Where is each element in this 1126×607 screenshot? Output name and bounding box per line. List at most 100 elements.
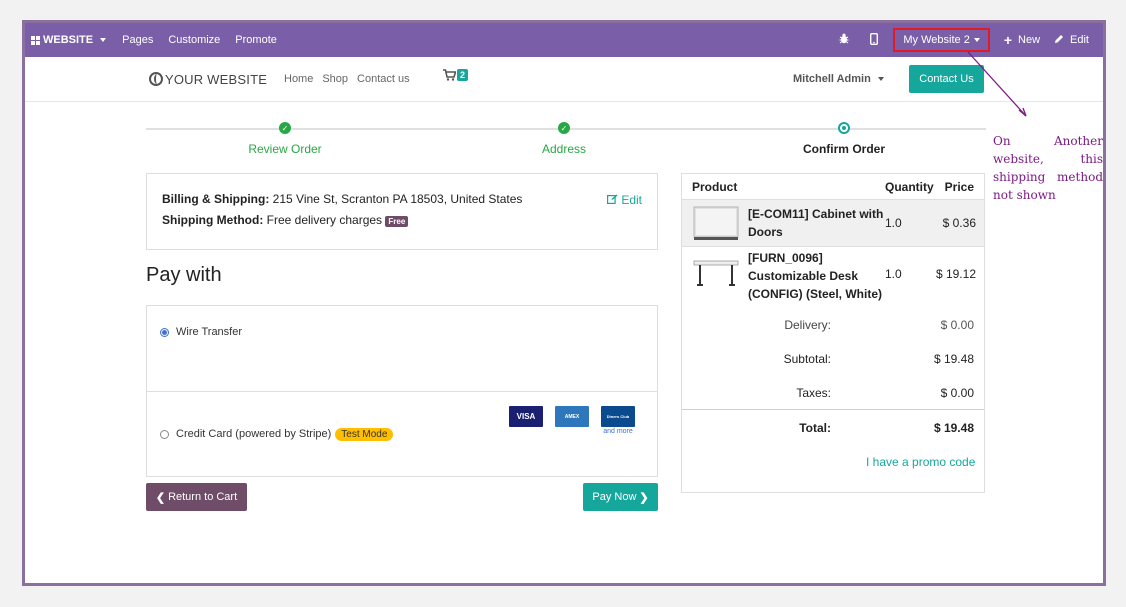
chevron-down-icon bbox=[973, 38, 980, 42]
debug-bug-icon[interactable] bbox=[833, 33, 855, 47]
chevron-down-icon bbox=[100, 38, 107, 42]
subtotal-value: $ 19.48 bbox=[933, 352, 974, 366]
step-confirm-order: Confirm Order bbox=[794, 122, 894, 156]
chevron-down-icon bbox=[877, 77, 884, 82]
total-value: $ 19.48 bbox=[933, 421, 974, 435]
summary-header: Product Quantity Price bbox=[682, 174, 984, 200]
total-label: Total: bbox=[799, 421, 831, 435]
plus-icon: + bbox=[1003, 32, 1013, 48]
payment-option-label: Wire Transfer bbox=[176, 326, 243, 338]
pay-with-title: Pay with bbox=[146, 264, 222, 286]
edit-address-link[interactable]: Edit bbox=[606, 190, 642, 211]
chevron-left-icon: ❮ bbox=[155, 491, 166, 504]
taxes-value: $ 0.00 bbox=[940, 386, 974, 400]
and-more-label: and more bbox=[603, 428, 633, 435]
payment-option-wire[interactable]: Wire Transfer bbox=[147, 306, 657, 392]
edit-label: Edit bbox=[621, 193, 642, 207]
step-address: ✓ Address bbox=[519, 122, 609, 156]
test-mode-badge: Test Mode bbox=[335, 427, 394, 441]
menu-customize[interactable]: Customize bbox=[168, 34, 220, 46]
pay-now-button[interactable]: Pay Now ❯ bbox=[583, 483, 658, 511]
step-label: Address bbox=[541, 142, 587, 156]
col-price: Price bbox=[944, 180, 974, 194]
cabinet-image bbox=[692, 204, 740, 242]
radio-unselected[interactable] bbox=[160, 429, 169, 439]
shopping-cart-icon bbox=[443, 69, 457, 84]
return-to-cart-label: Return to Cart bbox=[168, 491, 238, 503]
website-app-label: WEBSITE bbox=[43, 34, 94, 46]
edit-label: Edit bbox=[1070, 34, 1089, 46]
site-navbar: YOUR WEBSITE Home Shop Contact us 2 Mitc… bbox=[25, 57, 1103, 102]
menu-promote[interactable]: Promote bbox=[235, 34, 277, 46]
step-label: Review Order bbox=[248, 142, 322, 156]
billing-line: Billing & Shipping: 215 Vine St, Scranto… bbox=[162, 189, 642, 210]
shipping-line: Shipping Method: Free delivery charges F… bbox=[162, 210, 642, 232]
card-logos: VISA AMEX Diners Club and more bbox=[509, 406, 635, 435]
site-logo-text: YOUR WEBSITE bbox=[165, 71, 268, 87]
billing-address: 215 Vine St, Scranton PA 18503, United S… bbox=[272, 192, 523, 206]
product-price: $ 19.12 bbox=[935, 267, 976, 281]
payment-option-label: Credit Card (powered by Stripe) bbox=[176, 428, 332, 440]
check-circle-icon: ✓ bbox=[279, 122, 291, 134]
payment-methods-card: Wire Transfer Credit Card (powered by St… bbox=[146, 305, 658, 477]
summary-item: [FURN_0096] Customizable Desk (CONFIG) (… bbox=[682, 247, 984, 305]
col-product: Product bbox=[692, 180, 738, 194]
return-to-cart-button[interactable]: ❮ Return to Cart bbox=[146, 483, 247, 511]
summary-item: [E-COM11] Cabinet with Doors 1.0 $ 0.36 bbox=[682, 200, 984, 247]
promo-code-link[interactable]: I have a promo code bbox=[866, 455, 975, 469]
current-step-icon bbox=[838, 122, 850, 134]
billing-shipping-card: Billing & Shipping: 215 Vine St, Scranto… bbox=[146, 173, 658, 250]
apps-grid-icon bbox=[31, 35, 40, 45]
pay-now-label: Pay Now bbox=[592, 491, 637, 503]
shipping-label: Shipping Method: bbox=[162, 213, 264, 227]
step-label: Confirm Order bbox=[802, 142, 885, 156]
delivery-label: Delivery: bbox=[784, 318, 831, 332]
annotation-arrow bbox=[967, 51, 1027, 117]
col-quantity: Quantity bbox=[885, 180, 934, 194]
diners-logo: Diners Club bbox=[601, 406, 635, 427]
edit-page-button[interactable]: Edit bbox=[1054, 34, 1089, 47]
product-qty: 1.0 bbox=[885, 267, 902, 281]
billing-label: Billing & Shipping: bbox=[162, 192, 270, 206]
cart-link[interactable]: 2 bbox=[443, 69, 469, 84]
annotation-note: On Another website, this shipping method… bbox=[993, 134, 1103, 202]
nav-shop[interactable]: Shop bbox=[322, 73, 348, 85]
radio-selected[interactable] bbox=[160, 328, 169, 337]
globe-icon bbox=[149, 72, 163, 86]
amex-logo: AMEX bbox=[555, 406, 589, 427]
order-summary: Product Quantity Price [E-COM11] Cabinet… bbox=[681, 173, 985, 493]
nav-home[interactable]: Home bbox=[284, 73, 313, 85]
diners-logo-group: Diners Club and more bbox=[601, 406, 635, 435]
step-review-order: ✓ Review Order bbox=[240, 122, 330, 156]
visa-logo: VISA bbox=[509, 406, 543, 427]
chevron-right-icon: ❯ bbox=[639, 491, 649, 504]
user-menu[interactable]: Mitchell Admin bbox=[793, 73, 884, 85]
main-nav: Home Shop Contact us bbox=[284, 73, 410, 85]
free-badge: Free bbox=[385, 216, 409, 227]
product-name: [FURN_0096] Customizable Desk (CONFIG) (… bbox=[748, 251, 882, 301]
desk-image bbox=[692, 255, 740, 293]
taxes-label: Taxes: bbox=[796, 386, 831, 400]
website-admin-bar: WEBSITE Pages Customize Promote My Websi… bbox=[25, 23, 1103, 57]
product-qty: 1.0 bbox=[885, 216, 902, 230]
nav-contact-us[interactable]: Contact us bbox=[357, 73, 410, 85]
shipping-method: Free delivery charges bbox=[266, 213, 383, 227]
website-app-menu[interactable]: WEBSITE bbox=[31, 34, 107, 46]
website-switcher[interactable]: My Website 2 bbox=[893, 28, 990, 52]
site-logo[interactable]: YOUR WEBSITE bbox=[149, 72, 267, 87]
user-name: Mitchell Admin bbox=[793, 73, 871, 85]
website-switcher-label: My Website 2 bbox=[903, 34, 970, 46]
delivery-value: $ 0.00 bbox=[940, 318, 974, 332]
product-name: [E-COM11] Cabinet with Doors bbox=[748, 207, 884, 239]
check-circle-icon: ✓ bbox=[558, 122, 570, 134]
edit-icon bbox=[606, 193, 621, 207]
product-price: $ 0.36 bbox=[942, 216, 976, 230]
menu-pages[interactable]: Pages bbox=[122, 34, 153, 46]
subtotal-label: Subtotal: bbox=[783, 352, 831, 366]
mobile-preview-icon[interactable] bbox=[863, 32, 885, 48]
new-content-button[interactable]: + New bbox=[1004, 32, 1040, 48]
cart-count-badge: 2 bbox=[457, 69, 469, 81]
divider bbox=[682, 409, 984, 410]
browser-frame: WEBSITE Pages Customize Promote My Websi… bbox=[22, 20, 1106, 586]
payment-option-stripe[interactable]: Credit Card (powered by Stripe) Test Mod… bbox=[147, 392, 657, 476]
